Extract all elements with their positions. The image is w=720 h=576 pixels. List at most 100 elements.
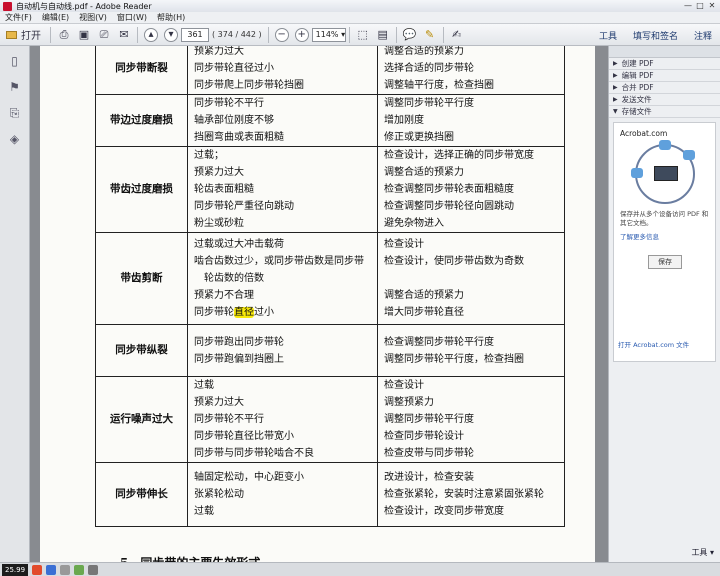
triangle-down-icon: ▼	[613, 108, 618, 115]
fix-line: 调整同步带轮平行度	[384, 414, 474, 425]
fix-cell: 改进设计，检查安装 检查张紧轮，安装时注意紧固张紧轮 检查设计，改变同步带宽度	[377, 462, 565, 527]
cause-line: 挡圈弯曲或表面粗糙	[194, 132, 284, 143]
save-icon[interactable]: ▣	[76, 27, 92, 43]
save-button[interactable]: 保存	[648, 255, 682, 269]
title-bar: 自动机与自动线.pdf - Adobe Reader — □ ✕	[0, 0, 720, 12]
tools-dropdown[interactable]: 工具 ▾	[691, 547, 714, 558]
panel-item-label: 编辑 PDF	[621, 71, 654, 80]
cloud-devices-icon	[630, 140, 695, 204]
email-icon[interactable]: ✉	[116, 27, 132, 43]
bookmarks-icon[interactable]: ⚑	[8, 80, 22, 94]
fix-cell: 调整合适的预紧力 选择合适的同步带轮 调整轴平行度，检查挡圈	[377, 46, 565, 95]
fix-line: 调整合适的预紧力	[384, 290, 464, 301]
layers-icon[interactable]: ◈	[8, 132, 22, 146]
tab-fill-sign[interactable]: 填写和签名	[625, 27, 686, 44]
attachments-icon[interactable]: ⎘	[8, 106, 22, 120]
zoom-value: 114%	[315, 30, 339, 39]
settings-icon[interactable]	[88, 564, 99, 575]
fault-cell: 同步带断裂	[95, 46, 188, 95]
task-panel-header	[609, 46, 720, 58]
cause-line: 同步带轮不平行	[194, 414, 264, 425]
fix-line: 检查张紧轮，安装时注意紧固张紧轮	[384, 489, 544, 500]
sogou-icon[interactable]	[32, 564, 43, 575]
minimize-button[interactable]: —	[682, 0, 694, 11]
arrow-down-icon: ▾	[164, 27, 178, 42]
acrobat-com-box: Acrobat.com 保存并从多个设备访问 PDF 和其它文档。 了解更多信息…	[613, 122, 716, 362]
panel-item-label: 存储文件	[621, 107, 652, 116]
toolbar-divider	[442, 26, 444, 43]
section-heading: 5 同步带的主要失效形式	[120, 554, 260, 562]
zoom-out-button[interactable]: −	[274, 27, 290, 43]
menu-help[interactable]: 帮助(H)	[152, 12, 190, 23]
table-row: 带齿剪断 过载或过大冲击载荷 啮合齿数过少，或同步带齿数是同步带 轮齿数的倍数 预紧力…	[95, 232, 565, 325]
create-pdf-icon[interactable]: ⎙	[56, 27, 72, 43]
open-button[interactable]: 打开	[2, 27, 45, 43]
mic-icon[interactable]	[60, 564, 71, 575]
fault-cell: 带齿过度磨损	[95, 146, 188, 233]
menu-view[interactable]: 视图(V)	[74, 12, 112, 23]
minus-icon: −	[274, 27, 289, 42]
panel-store-file[interactable]: ▼ 存储文件	[609, 106, 720, 118]
fault-cell: 运行噪声过大	[95, 376, 188, 463]
panel-edit-pdf[interactable]: ▶ 编辑 PDF	[609, 70, 720, 82]
zoom-input[interactable]: 114% ▾	[311, 27, 346, 42]
document-view[interactable]: 同步带断裂 预紧力过大 同步带轮直径过小 同步带爬上同步带轮挡圈 调整合适的预紧力 选择合…	[30, 46, 608, 562]
panel-item-label: 创建 PDF	[621, 59, 654, 68]
tab-tools[interactable]: 工具	[591, 27, 625, 44]
fix-line: 增大同步带轮直径	[384, 307, 464, 318]
zoom-in-button[interactable]: +	[294, 27, 310, 43]
fix-line: 调整合适的预紧力	[384, 167, 464, 178]
fix-cell: 检查设计 检查设计，使同步带齿数为奇数 调整合适的预紧力 增大同步带轮直径	[377, 232, 565, 325]
fit-page-icon[interactable]: ⬚	[355, 27, 371, 43]
close-button[interactable]: ✕	[706, 0, 718, 11]
cause-line: 同步带轮不平行	[194, 98, 264, 109]
menu-file[interactable]: 文件(F)	[0, 12, 37, 23]
cause-line: 同步带轮直径比带宽小	[194, 431, 294, 442]
cause-line: 预紧力过大	[194, 167, 244, 178]
highlight-annotation[interactable]: 直径	[234, 307, 254, 318]
highlight-icon[interactable]: ✎	[422, 27, 438, 43]
triangle-right-icon: ▶	[613, 60, 618, 67]
open-acrobat-link[interactable]: 打开 Acrobat.com 文件	[618, 339, 689, 349]
page-number-input[interactable]: 361	[181, 27, 209, 42]
toolbar-right-tabs: 工具 填写和签名 注释	[591, 27, 720, 44]
menu-edit[interactable]: 编辑(E)	[37, 12, 74, 23]
keyboard-icon[interactable]	[74, 564, 85, 575]
input-method-icon[interactable]	[46, 564, 57, 575]
comment-icon[interactable]: 💬	[402, 27, 418, 43]
task-panel: ▶ 创建 PDF ▶ 编辑 PDF ▶ 合并 PDF ▶ 发送文件 ▼ 存储文件 Acro…	[608, 46, 720, 562]
fix-line	[384, 270, 558, 287]
navigation-panel: ▯ ⚑ ⎘ ◈	[0, 46, 30, 562]
table-row: 带边过度磨损 同步带轮不平行 轴承部位刚度不够 挡圈弯曲或表面粗糙 调整同步带轮平行度增…	[95, 94, 565, 147]
fix-line: 调整轴平行度，检查挡圈	[384, 80, 494, 91]
sign-icon[interactable]: ✍	[449, 27, 465, 43]
cause-line: 过载	[194, 380, 214, 391]
learn-more-link[interactable]: 了解更多信息	[620, 231, 709, 241]
pdf-page: 同步带断裂 预紧力过大 同步带轮直径过小 同步带爬上同步带轮挡圈 调整合适的预紧力 选择合…	[40, 46, 595, 562]
print-icon[interactable]: ⎚	[96, 27, 112, 43]
page-thumbnails-icon[interactable]: ▯	[8, 54, 22, 68]
fix-line: 调整同步带轮平行度，检查挡圈	[384, 353, 524, 365]
fault-cell: 同步带伸长	[95, 462, 188, 527]
fix-line: 调整预紧力	[384, 397, 434, 408]
maximize-button[interactable]: □	[694, 0, 706, 11]
scroll-mode-icon[interactable]: ▤	[375, 27, 391, 43]
device-icon	[658, 140, 671, 150]
fix-cell: 检查设计，选择正确的同步带宽度 调整合适的预紧力 检查调整同步带轮表面粗糙度 检查调整…	[377, 146, 565, 233]
next-page-button[interactable]: ▾	[163, 27, 179, 43]
laptop-icon	[653, 166, 678, 181]
toolbar-divider	[50, 26, 51, 43]
table-row: 同步带纵裂 同步带跑出同步带轮 同步带跑偏到挡圈上 检查调整同步带轮平行度 调整同步带轮…	[95, 324, 565, 377]
cause-line: 轮齿数的倍数	[194, 273, 264, 284]
acrobat-com-title: Acrobat.com	[620, 129, 668, 138]
cause-line: 啮合齿数过少，或同步带齿数是同步带	[194, 256, 364, 267]
panel-send-file[interactable]: ▶ 发送文件	[609, 94, 720, 106]
panel-merge-pdf[interactable]: ▶ 合并 PDF	[609, 82, 720, 94]
cause-line: 同步带跑偏到挡圈上	[194, 353, 284, 365]
toolbar-divider	[395, 26, 397, 43]
tab-comment[interactable]: 注释	[686, 27, 720, 44]
cause-cell: 预紧力过大 同步带轮直径过小 同步带爬上同步带轮挡圈	[187, 46, 378, 95]
menu-window[interactable]: 窗口(W)	[112, 12, 152, 23]
prev-page-button[interactable]: ▴	[143, 27, 159, 43]
panel-create-pdf[interactable]: ▶ 创建 PDF	[609, 58, 720, 70]
